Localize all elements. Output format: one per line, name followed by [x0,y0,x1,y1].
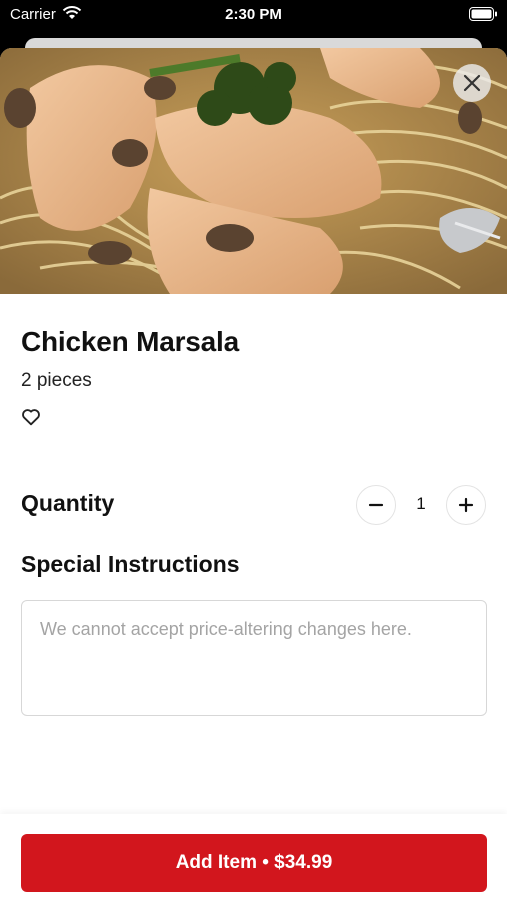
status-bar: Carrier 2:30 PM [0,0,507,30]
item-title: Chicken Marsala [21,326,239,357]
decrement-button[interactable] [356,485,396,525]
footer: Add Item • $34.99 [0,814,507,900]
special-instructions-label: Special Instructions [21,551,240,577]
increment-button[interactable] [446,485,486,525]
item-detail-sheet: Chicken Marsala 2 pieces Quantity 1 Spec… [0,48,507,900]
close-button[interactable] [453,64,491,102]
clock: 2:30 PM [225,6,282,23]
item-description: 2 pieces [21,370,92,391]
food-photo [0,48,507,294]
quantity-value: 1 [416,494,426,513]
minus-icon [368,503,384,507]
quantity-label: Quantity [21,490,115,516]
favorite-button[interactable] [20,406,42,428]
close-icon [463,74,481,92]
plus-icon [458,497,474,513]
special-instructions-input[interactable] [21,600,487,716]
battery-icon [469,7,498,25]
heart-outline-icon [22,409,40,426]
add-item-button[interactable]: Add Item • $34.99 [21,834,487,892]
